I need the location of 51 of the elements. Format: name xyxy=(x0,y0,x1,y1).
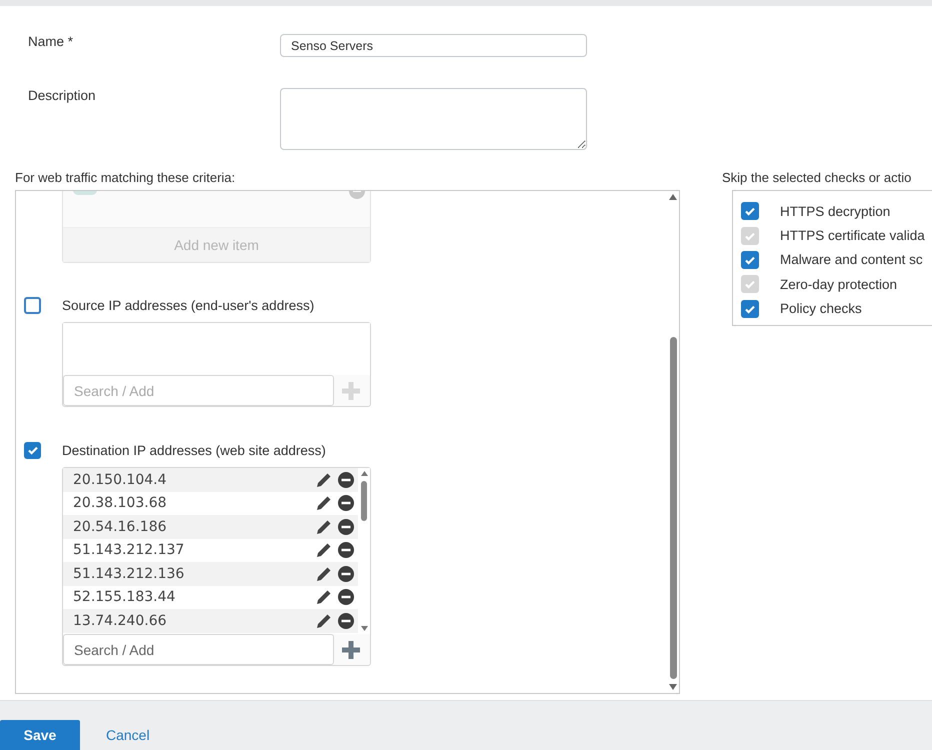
pencil-icon[interactable] xyxy=(316,612,332,629)
ip-address: 51.143.212.136 xyxy=(73,566,186,582)
checkbox[interactable] xyxy=(24,442,41,458)
remove-icon[interactable] xyxy=(338,589,354,606)
add-icon[interactable] xyxy=(341,640,361,660)
section-title: Skip the selected checks or actio xyxy=(722,172,912,184)
remove-icon[interactable] xyxy=(338,495,354,512)
checkbox-label: Zero-day protection xyxy=(780,276,898,292)
up-arrow-icon[interactable] xyxy=(669,194,677,200)
checkbox[interactable] xyxy=(741,300,759,318)
cancel-link[interactable]: Cancel xyxy=(98,720,158,750)
remove-icon[interactable] xyxy=(338,472,354,488)
checkbox-label: HTTPS certificate valida xyxy=(780,228,925,244)
remove-icon[interactable] xyxy=(338,542,354,558)
down-arrow-icon[interactable] xyxy=(669,684,677,690)
remove-icon[interactable] xyxy=(338,566,354,582)
checkbox-label: HTTPS decryption xyxy=(780,204,890,219)
pencil-icon[interactable] xyxy=(316,542,332,558)
checkbox[interactable] xyxy=(741,202,759,220)
ip-address: 51.143.212.137 xyxy=(73,542,186,558)
search-field[interactable]: Search / Add xyxy=(63,634,334,665)
field-label: Description xyxy=(28,88,97,105)
section-title: For web traffic matching these criteria: xyxy=(15,172,236,184)
pencil-icon[interactable] xyxy=(316,566,332,582)
ip-address: 13.74.240.66 xyxy=(73,612,168,629)
remove-icon[interactable] xyxy=(338,518,354,535)
check-icon xyxy=(744,278,756,290)
check-icon xyxy=(26,444,38,456)
remove-icon[interactable] xyxy=(338,612,354,629)
ip-address: 20.150.104.4 xyxy=(73,472,168,488)
checkbox-label: Destination IP addresses (web site address) xyxy=(62,442,326,458)
checkbox[interactable] xyxy=(741,250,759,269)
checkbox-label: Policy checks xyxy=(780,301,862,316)
ip-address: 20.38.103.68 xyxy=(73,495,168,512)
ip-address: 52.155.183.44 xyxy=(73,589,176,606)
pencil-icon[interactable] xyxy=(316,589,332,606)
description-field[interactable] xyxy=(280,88,587,150)
checkbox[interactable] xyxy=(24,296,41,314)
field-label: Name * xyxy=(28,34,74,51)
checkbox-label: Source IP addresses (end-user's address) xyxy=(62,298,314,312)
down-arrow-icon[interactable] xyxy=(360,626,368,631)
search-field[interactable]: Search / Add xyxy=(63,375,334,406)
name-field[interactable]: Senso Servers xyxy=(280,34,587,57)
pencil-icon[interactable] xyxy=(316,495,332,512)
up-arrow-icon[interactable] xyxy=(360,471,368,476)
save-button[interactable]: Save xyxy=(0,720,80,750)
pencil-icon[interactable] xyxy=(316,518,332,535)
checkbox-label: Malware and content sc xyxy=(780,252,923,268)
ip-address: 20.54.16.186 xyxy=(73,518,168,535)
pencil-icon[interactable] xyxy=(316,472,332,488)
check-icon xyxy=(744,205,756,218)
